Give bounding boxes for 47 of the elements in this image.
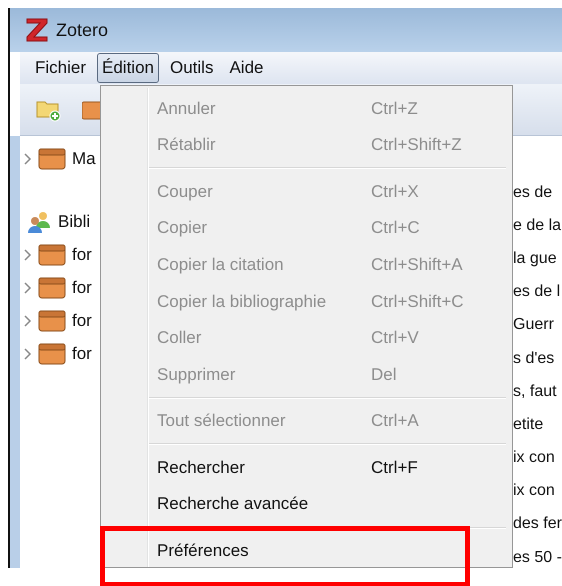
shortcut-label: Ctrl+V: [371, 327, 419, 350]
box-icon: [38, 148, 66, 170]
menu-item[interactable]: Édition: [97, 53, 159, 83]
chevron-icon[interactable]: [24, 282, 32, 294]
shortcut-label: Ctrl+Shift+C: [371, 290, 464, 313]
collection-label[interactable]: for: [72, 274, 92, 300]
menu-item[interactable]: Outils: [165, 53, 218, 83]
box-icon: [38, 342, 66, 364]
chevron-icon[interactable]: [24, 152, 32, 164]
item-title[interactable]: es de: [513, 180, 552, 205]
menu-item[interactable]: Fichier: [30, 53, 92, 83]
menu-item[interactable]: Aide: [224, 53, 268, 83]
item-title[interactable]: s d'es: [513, 346, 554, 371]
app-logo-icon: [26, 18, 48, 42]
collection-label[interactable]: for: [72, 308, 92, 334]
box-icon: [38, 244, 66, 266]
item-title[interactable]: s, faut: [513, 380, 557, 404]
item-title[interactable]: ix con: [513, 479, 555, 504]
chevron-icon[interactable]: [24, 348, 32, 360]
shortcut-label: Ctrl+X: [371, 180, 419, 203]
shortcut-label: Del: [371, 364, 397, 386]
users-icon: [26, 210, 52, 234]
collection-label[interactable]: for: [72, 242, 92, 268]
item-title[interactable]: la gue: [513, 246, 557, 271]
collection-label[interactable]: Ma: [72, 146, 96, 172]
menu-option[interactable]: Recherche avancée: [101, 486, 512, 523]
shortcut-label: Ctrl+Shift+Z: [371, 134, 462, 156]
collection-label[interactable]: Bibli: [58, 208, 90, 234]
window-title: Zotero: [56, 18, 108, 42]
box-icon: [38, 310, 66, 332]
item-title[interactable]: ix con: [513, 446, 555, 470]
item-title[interactable]: es 50 -: [513, 546, 562, 570]
chevron-icon[interactable]: [24, 248, 32, 260]
menu-option[interactable]: Rechercher Ctrl+F: [101, 449, 512, 486]
item-title[interactable]: etite: [513, 412, 544, 437]
shortcut-label: Ctrl+A: [371, 410, 419, 432]
item-title[interactable]: des fer: [513, 512, 562, 536]
shortcut-label: Ctrl+F: [371, 456, 418, 479]
shortcut-label: Ctrl+Z: [371, 98, 418, 120]
item-title[interactable]: e de la: [513, 214, 562, 238]
shortcut-label: Ctrl+C: [371, 217, 420, 240]
collection-label[interactable]: for: [72, 340, 92, 366]
box-icon: [38, 276, 66, 298]
chevron-icon[interactable]: [24, 314, 32, 326]
item-title[interactable]: Guerr: [513, 313, 554, 338]
item-title[interactable]: es de l: [513, 280, 560, 304]
shortcut-label: Ctrl+Shift+A: [371, 254, 463, 276]
